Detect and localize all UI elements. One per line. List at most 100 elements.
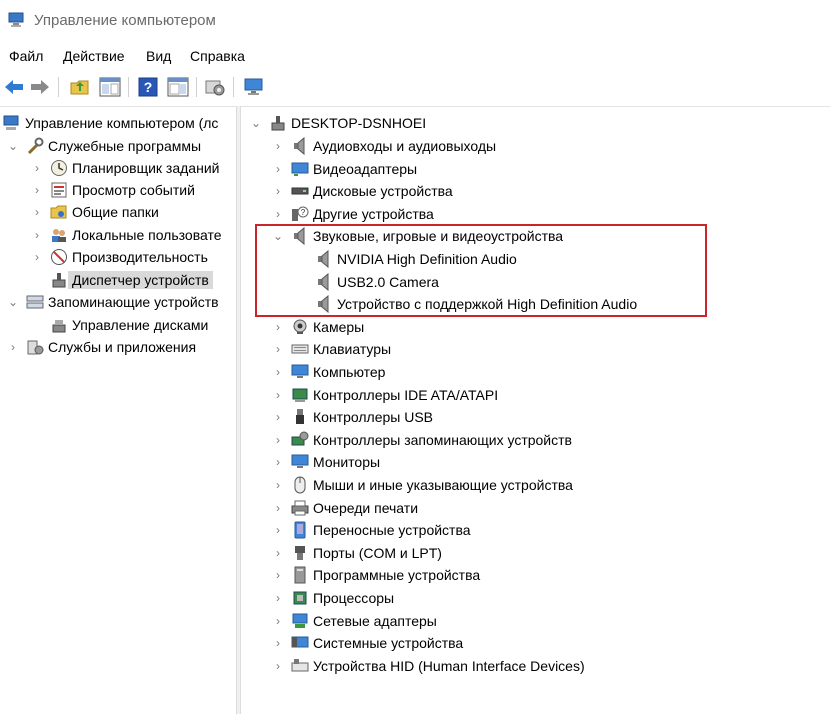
- chevron-right-icon[interactable]: ›: [30, 205, 44, 219]
- chevron-down-icon[interactable]: ⌄: [6, 295, 20, 309]
- tree-item-label: Планировщик заданий: [72, 160, 220, 176]
- device-category-row[interactable]: › Переносные устройства: [271, 519, 471, 541]
- device-category-row[interactable]: › Мониторы: [271, 451, 380, 473]
- chevron-right-icon[interactable]: ›: [271, 546, 285, 560]
- chevron-right-icon[interactable]: ›: [271, 523, 285, 537]
- chevron-right-icon[interactable]: ›: [271, 207, 285, 221]
- chevron-right-icon[interactable]: ›: [30, 228, 44, 242]
- tree-item-system-tools[interactable]: ⌄ Служебные программы: [6, 135, 201, 157]
- device-category-row[interactable]: › Камеры: [271, 316, 364, 338]
- camera-icon: [291, 318, 309, 336]
- console-tree-pane[interactable]: Управление компьютером (лс ⌄ Служебные п…: [0, 106, 236, 714]
- update-driver-icon[interactable]: [203, 76, 227, 98]
- help-icon[interactable]: ?: [136, 76, 160, 98]
- tree-item-label: Управление компьютером (лс: [25, 115, 219, 131]
- menu-help[interactable]: Справка: [190, 48, 245, 64]
- chevron-right-icon[interactable]: ›: [30, 250, 44, 264]
- monitor-icon: [291, 363, 309, 381]
- menu-view[interactable]: Вид: [146, 48, 171, 64]
- device-category-row[interactable]: › Очереди печати: [271, 497, 418, 519]
- forward-arrow-icon[interactable]: [28, 76, 52, 98]
- computer-icon: [269, 114, 287, 132]
- chevron-right-icon[interactable]: ›: [271, 139, 285, 153]
- chevron-right-icon[interactable]: ›: [30, 183, 44, 197]
- tree-item-label: Локальные пользовате: [72, 227, 222, 243]
- scan-hardware-icon[interactable]: [242, 76, 266, 98]
- menu-file[interactable]: Файл: [9, 48, 43, 64]
- toolbar-separator: [58, 77, 59, 97]
- tree-item-shared-folders[interactable]: › Общие папки: [30, 201, 159, 223]
- tree-item-computer-management[interactable]: Управление компьютером (лс: [3, 112, 218, 134]
- device-category-row[interactable]: › Клавиатуры: [271, 338, 391, 360]
- ide-controller-icon: [291, 386, 309, 404]
- up-folder-icon[interactable]: [68, 76, 92, 98]
- chevron-right-icon[interactable]: ›: [271, 568, 285, 582]
- chevron-right-icon[interactable]: ›: [271, 365, 285, 379]
- device-category-label: Сетевые адаптеры: [313, 613, 437, 629]
- device-category-label: Клавиатуры: [313, 341, 392, 357]
- tree-item-local-users[interactable]: › Локальные пользовате: [30, 224, 222, 246]
- tree-item-services-apps[interactable]: › Службы и приложения: [6, 336, 196, 358]
- tree-item-disk-management[interactable]: Управление дисками: [30, 314, 208, 336]
- display-adapter-icon: [291, 160, 309, 178]
- device-category-row[interactable]: › Контроллеры IDE ATA/ATAPI: [271, 384, 498, 406]
- device-category-row[interactable]: › Системные устройства: [271, 632, 463, 654]
- chevron-right-icon[interactable]: ›: [271, 433, 285, 447]
- device-category-row[interactable]: › Устройства HID (Human Interface Devices…: [271, 655, 585, 677]
- chevron-right-icon[interactable]: ›: [271, 410, 285, 424]
- device-category-row[interactable]: › Порты (COM и LPT): [271, 542, 442, 564]
- device-category-row[interactable]: › Контроллеры запоминающих устройств: [271, 429, 572, 451]
- tree-item-device-manager[interactable]: Диспетчер устройств: [30, 269, 213, 291]
- device-category-row[interactable]: › Компьютер: [271, 361, 385, 383]
- tools-icon: [26, 137, 44, 155]
- title-bar: Управление компьютером: [0, 0, 830, 42]
- device-tree-root[interactable]: ⌄ DESKTOP-DSNHOEI: [249, 112, 426, 134]
- device-category-row[interactable]: › Аудиовходы и аудиовыходы: [271, 135, 496, 157]
- chevron-right-icon[interactable]: ›: [271, 591, 285, 605]
- software-device-icon: [291, 566, 309, 584]
- device-tree-pane[interactable]: ⌄ DESKTOP-DSNHOEI › Аудиовходы и аудиовых…: [241, 106, 830, 714]
- chevron-right-icon[interactable]: ›: [271, 659, 285, 673]
- device-category-row[interactable]: › Программные устройства: [271, 564, 480, 586]
- device-manager-icon: [50, 271, 68, 289]
- chevron-right-icon[interactable]: ›: [271, 342, 285, 356]
- chevron-down-icon[interactable]: ⌄: [6, 139, 20, 153]
- device-category-row[interactable]: › Мыши и иные указывающие устройства: [271, 474, 573, 496]
- tree-item-task-scheduler[interactable]: › Планировщик заданий: [30, 157, 219, 179]
- tree-item-event-viewer[interactable]: › Просмотр событий: [30, 179, 195, 201]
- chevron-right-icon[interactable]: ›: [271, 501, 285, 515]
- chevron-right-icon[interactable]: ›: [271, 614, 285, 628]
- device-category-row[interactable]: › Видеоадаптеры: [271, 158, 417, 180]
- chevron-right-icon[interactable]: ›: [271, 478, 285, 492]
- back-arrow-icon[interactable]: [2, 76, 26, 98]
- hid-icon: [291, 657, 309, 675]
- mouse-icon: [291, 476, 309, 494]
- unknown-device-icon: ?: [291, 205, 309, 223]
- tree-item-performance[interactable]: › Производительность: [30, 246, 208, 268]
- device-category-row[interactable]: ›? Другие устройства: [271, 203, 434, 225]
- chevron-right-icon[interactable]: ›: [271, 184, 285, 198]
- chevron-right-icon[interactable]: ›: [271, 162, 285, 176]
- chevron-right-icon[interactable]: ›: [30, 161, 44, 175]
- tree-item-label: Производительность: [72, 249, 208, 265]
- chevron-right-icon[interactable]: ›: [6, 340, 20, 354]
- device-category-row[interactable]: › Сетевые адаптеры: [271, 610, 437, 632]
- toolbar-separator: [233, 77, 234, 97]
- chevron-down-icon[interactable]: ⌄: [249, 116, 263, 130]
- device-category-row[interactable]: › Дисковые устройства: [271, 180, 453, 202]
- device-category-label: Компьютер: [313, 364, 386, 380]
- show-hide-tree-icon[interactable]: [98, 76, 122, 98]
- monitor-icon: [291, 453, 309, 471]
- chevron-right-icon[interactable]: ›: [271, 320, 285, 334]
- disk-management-icon: [50, 316, 68, 334]
- tree-item-storage[interactable]: ⌄ Запоминающие устройств: [6, 291, 219, 313]
- computer-management-icon: [8, 12, 26, 28]
- chevron-right-icon[interactable]: ›: [271, 455, 285, 469]
- tree-item-label: Запоминающие устройств: [48, 294, 219, 310]
- device-category-row[interactable]: › Контроллеры USB: [271, 406, 433, 428]
- chevron-right-icon[interactable]: ›: [271, 388, 285, 402]
- menu-action[interactable]: Действие: [63, 48, 125, 64]
- chevron-right-icon[interactable]: ›: [271, 636, 285, 650]
- device-category-row[interactable]: › Процессоры: [271, 587, 394, 609]
- action-pane-icon[interactable]: [166, 76, 190, 98]
